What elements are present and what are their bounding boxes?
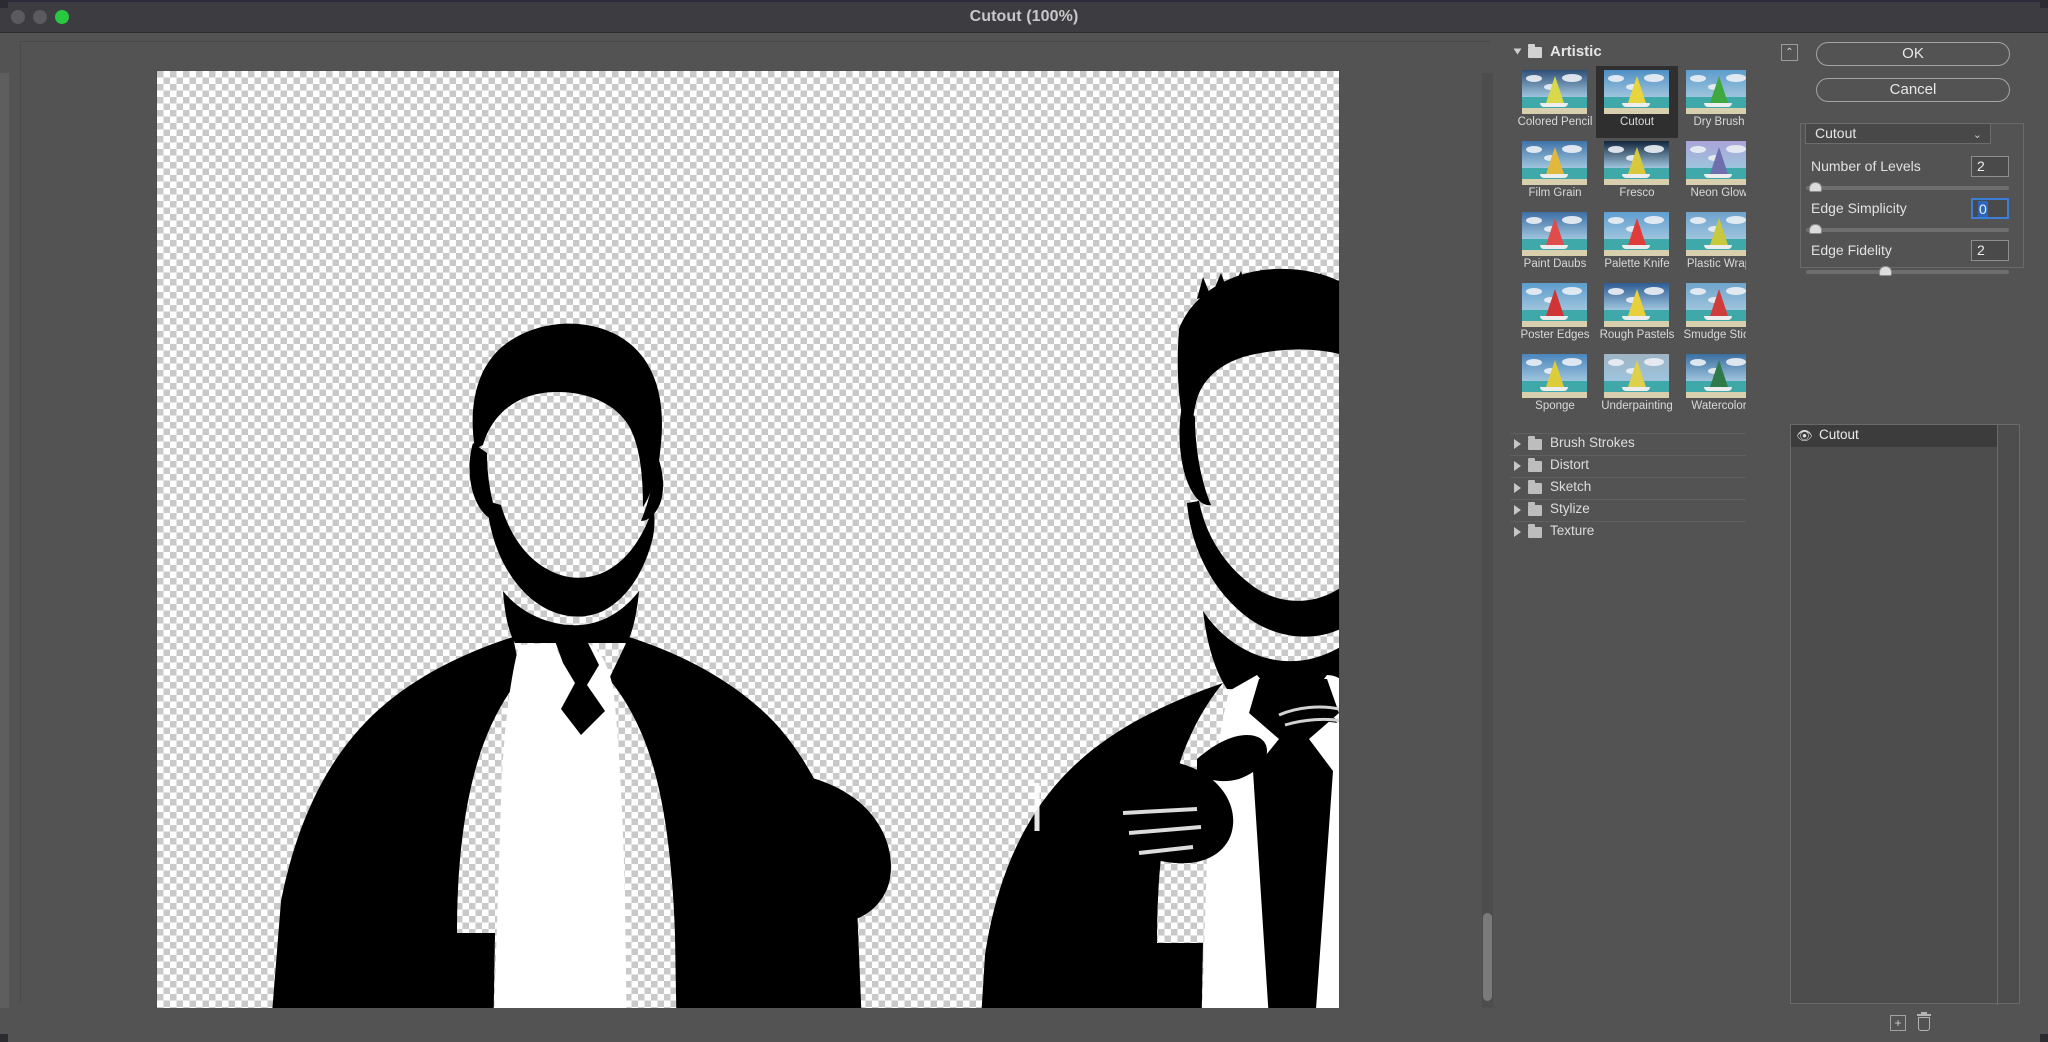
param-value: 2 bbox=[1977, 242, 1985, 258]
filter-thumb-sponge[interactable]: Sponge bbox=[1514, 350, 1596, 422]
effect-layer-row[interactable]: 👁 Cutout bbox=[1791, 425, 1997, 447]
effect-layer-name: Cutout bbox=[1819, 427, 1859, 442]
category-row-distort[interactable]: Distort bbox=[1510, 455, 1746, 474]
filter-thumb-label: Underpainting bbox=[1601, 400, 1673, 412]
preview-canvas[interactable] bbox=[157, 71, 1339, 1042]
filter-thumb-label: Sponge bbox=[1535, 400, 1575, 412]
param-value: 0 bbox=[1978, 201, 1988, 217]
chevron-down-icon bbox=[1513, 48, 1522, 55]
category-row-brush-strokes[interactable]: Brush Strokes bbox=[1510, 433, 1746, 452]
folder-icon bbox=[1528, 44, 1542, 58]
param-slider-track-edge-simplicity[interactable] bbox=[1806, 228, 2009, 232]
document-region bbox=[0, 33, 1503, 1042]
window-titlebar: Cutout (100%) bbox=[0, 0, 2048, 33]
filter-thumb-colored-pencil[interactable]: Colored Pencil bbox=[1514, 66, 1596, 138]
filter-thumb-image bbox=[1604, 283, 1669, 327]
photoshop-filter-gallery-window: Cutout (100%) Artistic Colored Pencil Cu… bbox=[0, 0, 2048, 1042]
cancel-button[interactable]: Cancel bbox=[1816, 78, 2010, 102]
filter-thumb-fresco[interactable]: Fresco bbox=[1596, 137, 1678, 209]
eye-visibility-icon[interactable]: 👁 bbox=[1796, 429, 1813, 443]
category-label: Artistic bbox=[1550, 43, 1602, 60]
chevron-right-icon bbox=[1514, 461, 1521, 471]
filter-thumb-image bbox=[1686, 141, 1751, 185]
filter-name-dropdown[interactable]: Cutout ⌄ bbox=[1805, 123, 1991, 144]
filter-thumb-label: Paint Daubs bbox=[1523, 258, 1587, 270]
filter-thumb-poster-edges[interactable]: Poster Edges bbox=[1514, 279, 1596, 351]
filter-thumb-film-grain[interactable]: Film Grain bbox=[1514, 137, 1596, 209]
param-input-edge-fidelity[interactable]: 2 bbox=[1971, 240, 2009, 261]
filter-thumb-image bbox=[1522, 141, 1587, 185]
ok-button[interactable]: OK bbox=[1816, 42, 2010, 66]
filter-thumb-image bbox=[1522, 70, 1587, 114]
category-row-texture[interactable]: Texture bbox=[1510, 521, 1746, 540]
canvas-statusbar: − + 100% ⌄ bbox=[0, 1008, 1503, 1042]
filter-thumb-label: Film Grain bbox=[1528, 187, 1582, 199]
filter-thumb-cutout[interactable]: Cutout bbox=[1596, 66, 1678, 138]
param-input-edge-simplicity[interactable]: 0 bbox=[1971, 198, 2009, 219]
filter-thumb-image bbox=[1686, 283, 1751, 327]
folder-icon bbox=[1528, 502, 1542, 516]
folder-icon bbox=[1528, 458, 1542, 472]
folder-icon bbox=[1528, 480, 1542, 494]
canvas-scrollbar-track[interactable] bbox=[1482, 73, 1493, 1011]
filter-thumb-label: Rough Pastels bbox=[1599, 329, 1675, 341]
gallery-scrollbar[interactable] bbox=[1746, 36, 1756, 1008]
chevron-right-icon bbox=[1514, 527, 1521, 537]
filter-thumb-image bbox=[1522, 283, 1587, 327]
category-header-artistic[interactable]: Artistic bbox=[1510, 41, 1746, 62]
filter-name-value: Cutout bbox=[1815, 125, 1857, 141]
collapse-panel-button[interactable]: ⌃ bbox=[1781, 44, 1798, 61]
effect-list-divider bbox=[1997, 425, 1998, 1005]
window-title: Cutout (100%) bbox=[969, 8, 1079, 25]
param-slider-thumb-edge-fidelity[interactable] bbox=[1879, 266, 1893, 276]
filter-thumb-image bbox=[1604, 141, 1669, 185]
left-rail bbox=[0, 73, 9, 1013]
filter-thumb-paint-daubs[interactable]: Paint Daubs bbox=[1514, 208, 1596, 280]
category-row-stylize[interactable]: Stylize bbox=[1510, 499, 1746, 518]
filter-thumb-underpainting[interactable]: Underpainting bbox=[1596, 350, 1678, 422]
param-slider-thumb-edge-simplicity[interactable] bbox=[1808, 224, 1822, 234]
chevron-down-icon: ⌄ bbox=[1972, 129, 1982, 141]
param-slider-thumb-number-of-levels[interactable] bbox=[1808, 182, 1822, 192]
filter-thumb-image bbox=[1686, 70, 1751, 114]
filter-thumb-image bbox=[1686, 212, 1751, 256]
filter-thumb-label: Fresco bbox=[1619, 187, 1655, 199]
param-label-number-of-levels: Number of Levels bbox=[1811, 158, 1921, 174]
filter-thumb-image bbox=[1686, 354, 1751, 398]
param-slider-track-edge-fidelity[interactable] bbox=[1806, 270, 2009, 274]
filter-thumb-label: Palette Knife bbox=[1604, 258, 1670, 270]
filter-thumb-label: Poster Edges bbox=[1520, 329, 1590, 341]
filter-gallery-panel: Artistic Colored Pencil Cutout Dry Brush Fi… bbox=[1510, 36, 1756, 1008]
param-label-edge-simplicity: Edge Simplicity bbox=[1811, 200, 1907, 216]
filter-thumb-palette-knife[interactable]: Palette Knife bbox=[1596, 208, 1678, 280]
param-value: 2 bbox=[1977, 158, 1985, 174]
chevron-right-icon bbox=[1514, 439, 1521, 449]
filter-thumb-image bbox=[1604, 70, 1669, 114]
category-label: Texture bbox=[1550, 523, 1595, 538]
filter-thumb-rough-pastels[interactable]: Rough Pastels bbox=[1596, 279, 1678, 351]
filter-thumb-label: Colored Pencil bbox=[1517, 116, 1593, 128]
new-effect-layer-button[interactable]: + bbox=[1890, 1015, 1906, 1031]
filter-thumb-image bbox=[1604, 354, 1669, 398]
chevron-right-icon bbox=[1514, 483, 1521, 493]
delete-effect-layer-button[interactable] bbox=[1917, 1012, 1931, 1031]
folder-icon bbox=[1528, 436, 1542, 450]
filter-thumb-label: Cutout bbox=[1620, 116, 1654, 128]
filter-thumb-image bbox=[1522, 212, 1587, 256]
chevron-right-icon bbox=[1514, 505, 1521, 515]
category-label: Distort bbox=[1550, 457, 1590, 472]
folder-icon bbox=[1528, 524, 1542, 538]
effect-layers-list: 👁 Cutout bbox=[1790, 424, 2020, 1005]
param-input-number-of-levels[interactable]: 2 bbox=[1971, 156, 2009, 177]
cutout-artwork bbox=[269, 268, 1339, 1042]
category-label: Stylize bbox=[1550, 501, 1590, 516]
canvas-scrollbar-thumb[interactable] bbox=[1483, 913, 1492, 1001]
category-label: Brush Strokes bbox=[1550, 435, 1635, 450]
param-label-edge-fidelity: Edge Fidelity bbox=[1811, 242, 1892, 258]
category-label: Sketch bbox=[1550, 479, 1592, 494]
filter-thumb-image bbox=[1522, 354, 1587, 398]
param-slider-track-number-of-levels[interactable] bbox=[1806, 186, 2009, 190]
filter-thumb-image bbox=[1604, 212, 1669, 256]
category-row-sketch[interactable]: Sketch bbox=[1510, 477, 1746, 496]
